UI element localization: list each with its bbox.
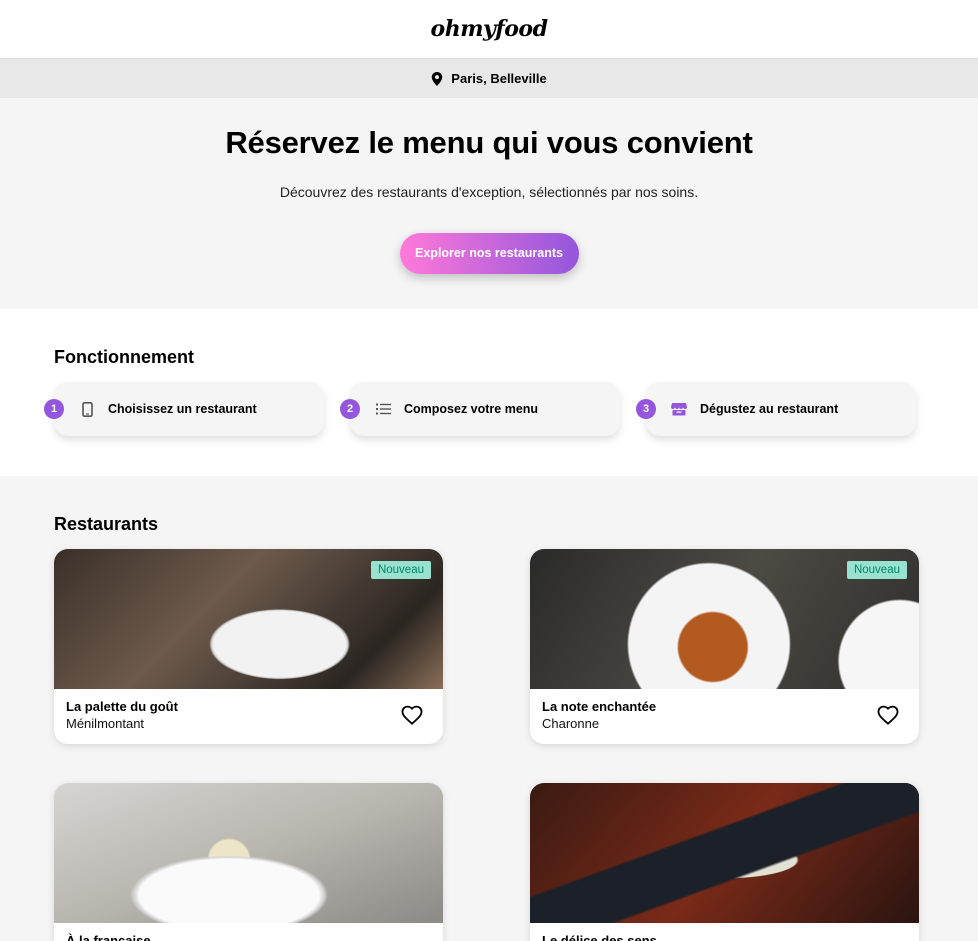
location-label: Paris, Belleville [451, 71, 547, 86]
hero-section: Réservez le menu qui vous convient Décou… [0, 98, 978, 309]
restaurant-info: Le délice des sens [530, 923, 919, 941]
step-card-3: 3 Dégustez au restaurant [636, 382, 916, 436]
phone-icon [78, 400, 96, 418]
hero-title: Réservez le menu qui vous convient [225, 125, 753, 160]
restaurant-info: La palette du goût Ménilmontant [54, 689, 443, 741]
location-bar: Paris, Belleville [0, 58, 978, 98]
how-it-works-title: Fonctionnement [54, 347, 194, 367]
restaurant-location: Charonne [542, 716, 600, 731]
restaurant-location: Ménilmontant [66, 716, 145, 731]
restaurant-list: Nouveau La palette du goût Ménilmontant … [54, 549, 978, 941]
step-number: 1 [44, 399, 64, 419]
restaurant-card[interactable]: Nouveau La note enchantée Charonne [530, 549, 919, 744]
map-pin-icon [432, 71, 443, 86]
step-label: Dégustez au restaurant [700, 402, 839, 416]
restaurant-card[interactable]: Nouveau La palette du goût Ménilmontant [54, 549, 443, 744]
restaurant-name: La note enchantée [542, 699, 657, 714]
step-card-1: 1 Choisissez un restaurant [44, 382, 324, 436]
restaurant-name: La palette du goût [66, 699, 178, 714]
restaurant-name: À la française [66, 933, 151, 941]
how-it-works-section: Fonctionnement 1 Choisissez un restauran… [0, 309, 978, 476]
step-number: 2 [340, 399, 360, 419]
restaurants-title: Restaurants [54, 514, 159, 534]
explore-restaurants-button[interactable]: Explorer nos restaurants [399, 233, 579, 274]
list-icon [374, 400, 392, 418]
step-card-2: 2 Composez votre menu [340, 382, 620, 436]
new-badge: Nouveau [846, 561, 907, 579]
site-logo[interactable]: ohmyfood [431, 16, 548, 42]
site-header: ohmyfood [0, 0, 978, 58]
restaurant-info: À la française [54, 923, 443, 941]
restaurant-card[interactable]: À la française [54, 783, 443, 941]
restaurant-photo [530, 783, 919, 923]
heart-icon[interactable] [401, 705, 423, 725]
step-label: Composez votre menu [404, 402, 539, 416]
restaurant-info: La note enchantée Charonne [530, 689, 919, 741]
restaurant-card[interactable]: Le délice des sens [530, 783, 919, 941]
restaurant-photo: Nouveau [54, 549, 443, 689]
new-badge: Nouveau [370, 561, 431, 579]
restaurant-photo: Nouveau [530, 549, 919, 689]
restaurants-section: Restaurants Nouveau La palette du goût M… [0, 476, 978, 941]
hero-subtitle: Découvrez des restaurants d'exception, s… [279, 184, 699, 200]
step-label: Choisissez un restaurant [108, 402, 257, 416]
restaurant-photo [54, 783, 443, 923]
step-number: 3 [636, 399, 656, 419]
steps-list: 1 Choisissez un restaurant 2 Composez vo… [44, 382, 978, 436]
store-icon [670, 400, 688, 418]
restaurant-name: Le délice des sens [542, 933, 657, 941]
heart-icon[interactable] [877, 705, 899, 725]
